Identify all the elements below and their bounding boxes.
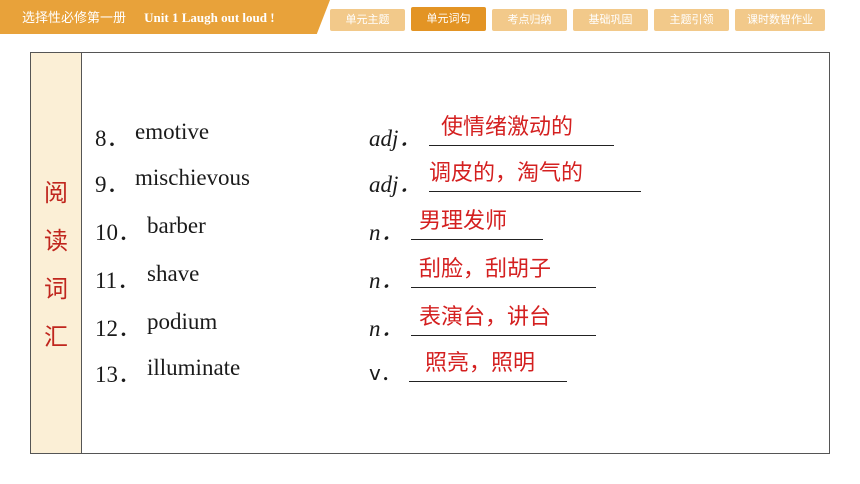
item-number: 10． bbox=[95, 220, 141, 245]
section-label-char: 读 bbox=[44, 227, 68, 255]
item-pos: n． bbox=[369, 316, 404, 341]
item-number: 9． bbox=[95, 172, 130, 197]
item-number: 12． bbox=[95, 316, 141, 341]
item-word: podium bbox=[147, 309, 218, 334]
item-number: 11． bbox=[95, 268, 141, 293]
tab-homework[interactable]: 课时数智作业 bbox=[735, 9, 825, 31]
item-pos: v． bbox=[369, 361, 401, 385]
header-title-bar: 选择性必修第一册 Unit 1 Laugh out loud ! bbox=[0, 0, 330, 34]
item-word: shave bbox=[147, 261, 200, 286]
tab-unit-theme[interactable]: 单元主题 bbox=[330, 9, 405, 31]
item-pos: adj． bbox=[369, 172, 422, 197]
item-answer: 刮脸，刮胡子 bbox=[419, 257, 552, 282]
item-answer: 表演台，讲台 bbox=[419, 305, 552, 330]
tab-key-points[interactable]: 考点归纳 bbox=[492, 9, 567, 31]
section-label-char: 汇 bbox=[44, 323, 68, 351]
header-title: 选择性必修第一册 Unit 1 Laugh out loud ! bbox=[22, 7, 275, 26]
header-title-cn: 选择性必修第一册 bbox=[22, 11, 127, 26]
item-pos: n． bbox=[369, 220, 404, 245]
tab-basic-practice[interactable]: 基础巩固 bbox=[573, 9, 648, 31]
item-pos: adj． bbox=[369, 126, 422, 151]
item-answer: 调皮的，淘气的 bbox=[429, 161, 584, 186]
item-word: mischievous bbox=[135, 165, 250, 190]
item-answer: 使情绪激动的 bbox=[441, 115, 574, 140]
vocab-panel: 阅 读 词 汇 8． emotive adj． 使情绪激动的 9． mischi… bbox=[30, 52, 830, 454]
item-number: 8． bbox=[95, 126, 130, 151]
tab-theme-lead[interactable]: 主题引领 bbox=[654, 9, 729, 31]
item-word: barber bbox=[147, 213, 206, 238]
section-label-strip: 阅 读 词 汇 bbox=[31, 53, 82, 453]
section-label-char: 词 bbox=[44, 275, 68, 303]
header-title-en: Unit 1 Laugh out loud ! bbox=[144, 10, 275, 25]
section-label-char: 阅 bbox=[44, 179, 68, 207]
tab-unit-vocab[interactable]: 单元词句 bbox=[411, 7, 486, 31]
item-pos: n． bbox=[369, 268, 404, 293]
item-number: 13． bbox=[95, 362, 141, 387]
item-answer: 照亮，照明 bbox=[425, 351, 536, 376]
item-word: emotive bbox=[135, 119, 210, 144]
item-answer: 男理发师 bbox=[419, 209, 508, 234]
item-word: illuminate bbox=[147, 355, 241, 380]
